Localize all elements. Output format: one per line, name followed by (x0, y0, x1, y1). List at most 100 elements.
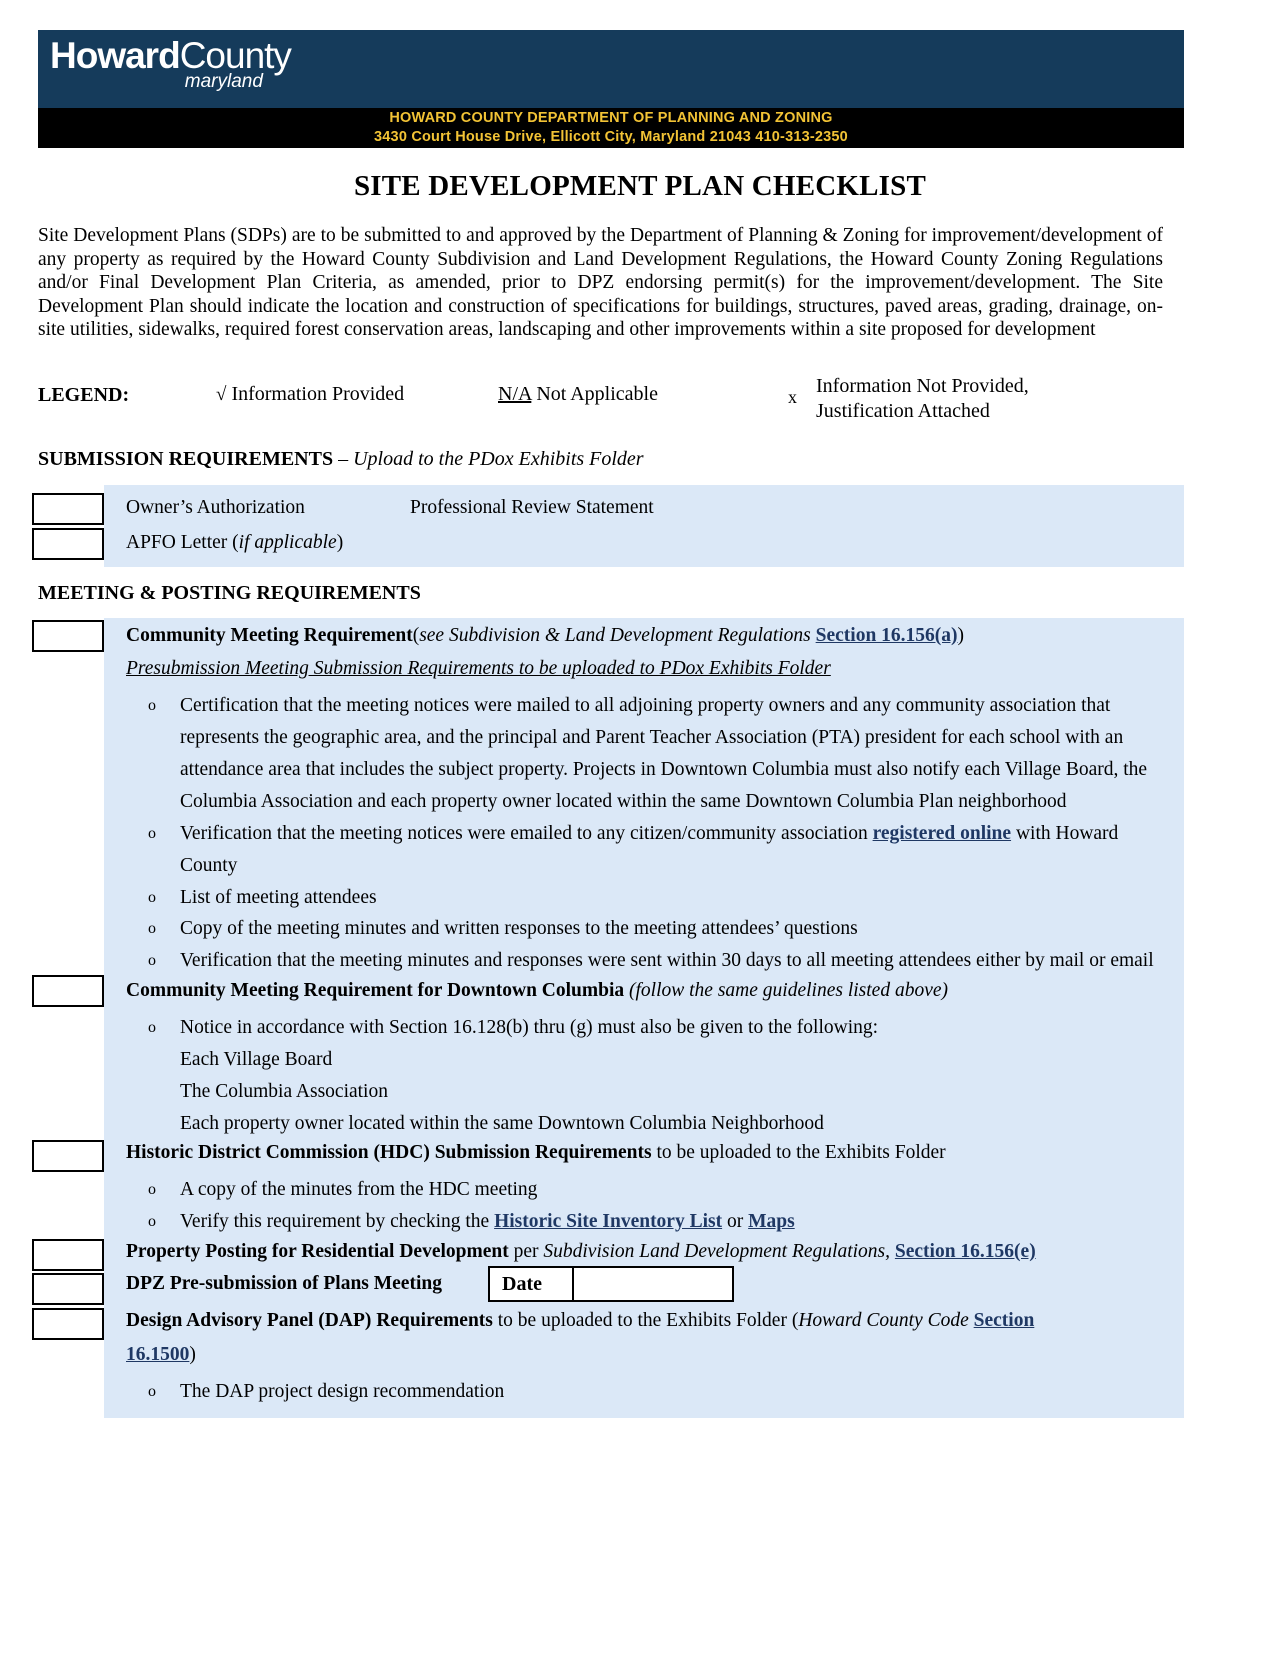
downtown-columbia-note: (follow the same guidelines listed above… (629, 980, 948, 1001)
bullet-circle-icon: o (148, 1181, 156, 1198)
row-apfo-letter: APFO Letter (if applicable) (126, 531, 343, 555)
legend-item-not-provided-line2: Justification Attached (816, 400, 990, 422)
row-owners-authorization: Owner’s Authorization (126, 496, 305, 520)
legend-item-provided: √ Information Provided (216, 383, 404, 406)
link-section-16-156-a[interactable]: Section 16.156(a) (816, 625, 958, 646)
checkbox-dpz-presubmission[interactable] (32, 1273, 104, 1305)
list-item: o A copy of the minutes from the HDC mee… (148, 1174, 1163, 1206)
list-item: o Certification that the meeting notices… (148, 690, 1163, 818)
legend-item-not-provided-line1: Information Not Provided, (816, 375, 1029, 397)
link-registered-online[interactable]: registered online (873, 823, 1011, 844)
presubmission-subtitle: Presubmission Meeting Submission Require… (126, 658, 831, 679)
department-name: HOWARD COUNTY DEPARTMENT OF PLANNING AND… (389, 110, 833, 126)
meeting-posting-heading: MEETING & POSTING REQUIREMENTS (38, 582, 421, 604)
submission-heading-note: – Upload to the PDox Exhibits Folder (338, 448, 644, 470)
hdc-rest: to be uploaded to the Exhibits Folder (651, 1142, 946, 1163)
bullet-circle-icon: o (148, 889, 156, 906)
list-item: o Verification that the meeting minutes … (148, 945, 1173, 977)
row-property-posting: Property Posting for Residential Develop… (126, 1240, 1171, 1264)
list-item-text: Notice in accordance with Section 16.128… (180, 1017, 879, 1038)
link-section-word[interactable]: Section (974, 1310, 1035, 1331)
dap-code-note: Howard County Code (798, 1310, 974, 1331)
legend-item-provided-label: Information Provided (231, 383, 405, 405)
checkbox-hdc-submission[interactable] (32, 1140, 104, 1172)
row-downtown-columbia-meeting: Community Meeting Requirement for Downto… (126, 979, 1166, 1003)
logo-word-howard: Howard (50, 35, 181, 76)
property-posting-regs: Subdivision Land Development Regulations… (543, 1241, 891, 1262)
link-historic-site-inventory-list[interactable]: Historic Site Inventory List (494, 1211, 722, 1232)
document-page: HowardCounty maryland HOWARD COUNTY DEPA… (0, 0, 1280, 1656)
na-mark: N/A (498, 383, 532, 405)
apfo-letter-label: APFO Letter ( (126, 532, 239, 553)
link-maps[interactable]: Maps (748, 1211, 795, 1232)
row-hdc-submission: Historic District Commission (HDC) Submi… (126, 1141, 1166, 1165)
row-dap-section-number: 16.1500) (126, 1343, 196, 1367)
list-item-text: Certification that the meeting notices w… (180, 695, 1148, 812)
link-section-16-1500[interactable]: 16.1500 (126, 1344, 189, 1365)
checkbox-owners-authorization[interactable] (32, 493, 104, 525)
link-section-16-156-e[interactable]: Section 16.156(e) (895, 1241, 1036, 1262)
date-input[interactable] (574, 1268, 732, 1300)
list-item: o Copy of the meeting minutes and writte… (148, 913, 1163, 945)
hdc-bullet2-pre: Verify this requirement by checking the (180, 1211, 495, 1232)
checkbox-community-meeting-requirement[interactable] (32, 620, 104, 652)
row-presubmission-subtitle: Presubmission Meeting Submission Require… (126, 657, 1166, 681)
property-posting-title: Property Posting for Residential Develop… (126, 1241, 509, 1262)
row-dap-requirements: Design Advisory Panel (DAP) Requirements… (126, 1309, 1126, 1333)
list-item: o Notice in accordance with Section 16.1… (148, 1012, 1163, 1044)
professional-review-statement-label: Professional Review Statement (410, 497, 654, 518)
legend: LEGEND: √ Information Provided N/A Not A… (38, 375, 1168, 424)
submission-heading-text: SUBMISSION REQUIREMENTS (38, 448, 334, 470)
list-item-text: List of meeting attendees (180, 887, 377, 908)
bullet-circle-icon: o (148, 697, 156, 714)
date-field-group[interactable]: Date (488, 1266, 734, 1302)
hdc-title: Historic District Commission (HDC) Submi… (126, 1142, 652, 1163)
list-item: o Verification that the meeting notices … (148, 818, 1163, 882)
intro-paragraph: Site Development Plans (SDPs) are to be … (38, 225, 1163, 340)
bullet-circle-icon: o (148, 1019, 156, 1036)
row-community-meeting-requirement: Community Meeting Requirement(see Subdiv… (126, 624, 1166, 648)
checkbox-dap-requirements[interactable] (32, 1308, 104, 1340)
bullet-circle-icon: o (148, 1383, 156, 1400)
list-item-text: Verify this requirement by checking the … (180, 1206, 1163, 1238)
row-dpz-presubmission: DPZ Pre-submission of Plans Meeting (126, 1272, 442, 1296)
community-meeting-title: Community Meeting Requirement (126, 625, 413, 646)
email-bullet-pre: Verification that the meeting notices we… (180, 823, 873, 844)
list-item-text: A copy of the minutes from the HDC meeti… (180, 1179, 538, 1200)
apfo-letter-close: ) (336, 532, 344, 553)
checkbox-downtown-columbia-meeting[interactable] (32, 975, 104, 1007)
downtown-columbia-title: Community Meeting Requirement for Downto… (126, 980, 625, 1001)
bullet-circle-icon: o (148, 920, 156, 937)
dap-close-paren: ) (189, 1344, 196, 1365)
legend-item-na-label: Not Applicable (536, 383, 658, 405)
page-title: SITE DEVELOPMENT PLAN CHECKLIST (353, 170, 927, 202)
logo-word-county: County (179, 35, 292, 76)
submission-requirements-heading: SUBMISSION REQUIREMENTS – Upload to the … (38, 448, 644, 471)
legend-item-na: N/A Not Applicable (498, 383, 658, 406)
row-professional-review-statement: Professional Review Statement (410, 496, 654, 520)
list-item-text: Verification that the meeting notices we… (180, 818, 1163, 882)
owners-authorization-label: Owner’s Authorization (126, 497, 305, 518)
department-address: 3430 Court House Drive, Ellicott City, M… (374, 129, 848, 145)
checkbox-apfo-letter[interactable] (32, 528, 104, 560)
dap-mid: to be uploaded to the Exhibits Folder ( (492, 1310, 799, 1331)
dpz-presubmission-title: DPZ Pre-submission of Plans Meeting (126, 1273, 442, 1294)
department-banner: HOWARD COUNTY DEPARTMENT OF PLANNING AND… (38, 108, 1184, 148)
checkbox-property-posting[interactable] (32, 1239, 104, 1271)
property-posting-mid: per (508, 1241, 544, 1262)
x-mark-icon: x (788, 387, 797, 407)
check-mark-icon: √ (216, 384, 227, 405)
bullet-circle-icon: o (148, 825, 156, 842)
howard-county-logo: HowardCounty maryland (50, 35, 292, 92)
list-item: o Verify this requirement by checking th… (148, 1206, 1163, 1238)
list-item: o The DAP project design recommendation (148, 1376, 1163, 1408)
bullet-circle-icon: o (148, 952, 156, 969)
dap-title: Design Advisory Panel (DAP) Requirements (126, 1310, 493, 1331)
paren-close: ) (957, 625, 965, 646)
list-item-text: Verification that the meeting minutes an… (180, 950, 1154, 971)
downtown-subitem-property-owner: Each property owner located within the s… (180, 1113, 824, 1134)
downtown-subitem-village-board: Each Village Board (180, 1049, 333, 1070)
date-label: Date (490, 1268, 574, 1300)
hdc-bullet2-mid: or (722, 1211, 749, 1232)
document-header: HowardCounty maryland HOWARD COUNTY DEPA… (38, 30, 1184, 148)
